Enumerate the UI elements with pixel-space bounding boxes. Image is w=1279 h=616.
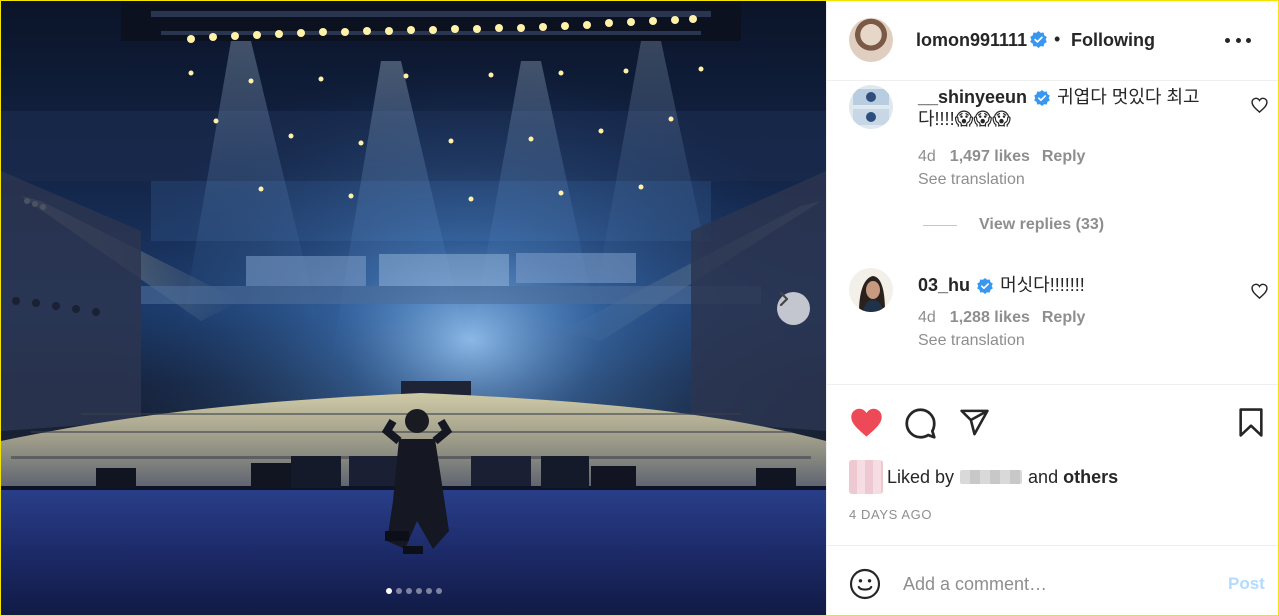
- view-replies-label: View replies (33): [979, 216, 1105, 233]
- heart-outline-icon[interactable]: [1251, 283, 1268, 299]
- more-options-icon[interactable]: [1225, 29, 1251, 51]
- bookmark-icon[interactable]: [1237, 407, 1265, 438]
- paper-plane-icon[interactable]: [959, 407, 990, 438]
- clipped-next-comment: [918, 376, 1168, 384]
- liker-name-redacted[interactable]: [960, 470, 1023, 484]
- carousel-next-button[interactable]: [777, 292, 810, 325]
- liked-by-row: Liked by and others: [849, 460, 1118, 494]
- see-translation-link[interactable]: See translation: [918, 171, 1025, 189]
- header-separator: •: [1054, 29, 1061, 49]
- author-username[interactable]: lomon991111: [916, 30, 1027, 51]
- reply-button[interactable]: Reply: [1042, 309, 1086, 326]
- comment-age: 4d: [918, 148, 936, 165]
- concert-hall-photo: [1, 1, 826, 615]
- post-actions-bar: [827, 384, 1278, 464]
- carousel-dot[interactable]: [425, 588, 432, 594]
- comment-username[interactable]: __shinyeeun: [918, 87, 1027, 107]
- verified-badge-icon: [1030, 31, 1047, 48]
- view-replies-button[interactable]: View replies (33): [923, 216, 1104, 234]
- comment-meta: 4d 1,497 likes Reply: [918, 148, 1085, 166]
- instagram-post-window: lomon991111 • Following __shinyeeun 귀엽다 …: [0, 0, 1279, 616]
- liked-by-prefix: Liked by: [887, 466, 955, 487]
- carousel-dot[interactable]: [435, 588, 442, 594]
- post-date[interactable]: 4 DAYS AGO: [849, 507, 932, 522]
- comment-likes[interactable]: 1,497 likes: [950, 148, 1030, 165]
- liker-avatar[interactable]: [849, 460, 883, 494]
- chevron-right-icon: [779, 292, 789, 306]
- verified-badge-icon: [977, 278, 993, 295]
- carousel-dot[interactable]: [405, 588, 412, 594]
- carousel-indicator: [1, 588, 826, 594]
- post-photo[interactable]: [1, 1, 826, 615]
- verified-badge-icon: [1034, 90, 1050, 107]
- following-button[interactable]: Following: [1071, 30, 1155, 51]
- comment-meta: 4d 1,288 likes Reply: [918, 309, 1085, 327]
- heart-filled-icon[interactable]: [849, 407, 884, 438]
- see-translation-link[interactable]: See translation: [918, 332, 1025, 350]
- comments-list[interactable]: __shinyeeun 귀엽다 멋있다 최고다!!!!😱😱😱 4d 1,497 l…: [827, 82, 1278, 384]
- comment-body: __shinyeeun 귀엽다 멋있다 최고다!!!!😱😱😱: [918, 86, 1228, 130]
- post-header: lomon991111 • Following: [827, 1, 1278, 81]
- post-details-panel: lomon991111 • Following __shinyeeun 귀엽다 …: [826, 1, 1278, 615]
- smiley-icon[interactable]: [849, 568, 881, 600]
- comment-body: 03_hu 머싯다!!!!!!!: [918, 274, 1228, 296]
- comment-text: 머싯다!!!!!!!: [1000, 275, 1085, 295]
- comment-likes[interactable]: 1,288 likes: [950, 309, 1030, 326]
- liked-by-and: and: [1028, 466, 1059, 487]
- add-comment-input[interactable]: [903, 572, 1213, 596]
- commenter-avatar[interactable]: [849, 85, 893, 129]
- reply-button[interactable]: Reply: [1042, 148, 1086, 165]
- comment-username[interactable]: 03_hu: [918, 275, 970, 295]
- add-comment-bar: Post: [827, 545, 1278, 615]
- carousel-dot[interactable]: [415, 588, 422, 594]
- author-avatar[interactable]: [849, 18, 893, 62]
- commenter-avatar[interactable]: [849, 268, 893, 312]
- comment-bubble-icon[interactable]: [904, 407, 937, 440]
- replies-divider: [923, 224, 957, 226]
- post-comment-button[interactable]: Post: [1228, 574, 1265, 594]
- liked-by-others-link[interactable]: others: [1063, 467, 1118, 488]
- comment-age: 4d: [918, 309, 936, 326]
- carousel-dot[interactable]: [385, 588, 392, 594]
- carousel-dot[interactable]: [395, 588, 402, 594]
- heart-outline-icon[interactable]: [1251, 97, 1268, 113]
